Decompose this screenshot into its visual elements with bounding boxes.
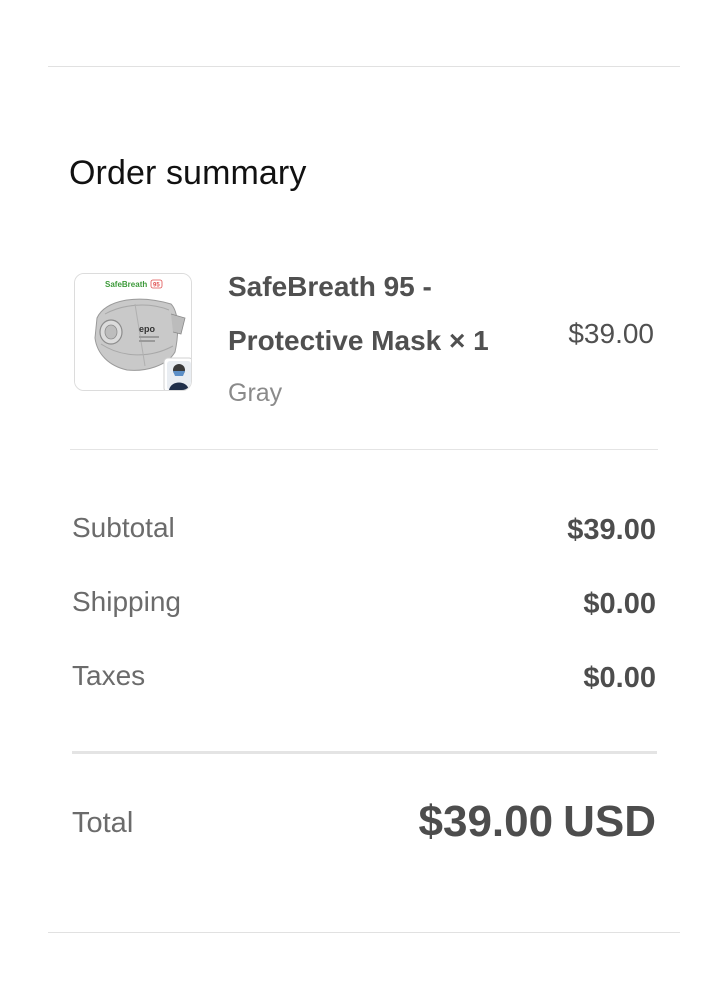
product-name-line-2: Protective Mask × 1	[228, 325, 489, 356]
bottom-divider	[48, 932, 680, 933]
subtotal-label: Subtotal	[72, 512, 175, 543]
product-image-badge: 95	[153, 283, 160, 289]
product-line-item: SafeBreath 95 epo SafeBreath 95 - Protec…	[74, 260, 656, 420]
total-currency: USD	[563, 797, 656, 846]
shipping-row: Shipping $0.00	[72, 582, 656, 622]
product-name: SafeBreath 95 - Protective Mask × 1	[228, 260, 528, 368]
mask-product-image: SafeBreath 95 epo	[75, 274, 191, 390]
total-amount: $39.00	[418, 797, 554, 846]
product-name-line-1: SafeBreath 95 -	[228, 271, 432, 302]
product-thumbnail: SafeBreath 95 epo	[74, 273, 192, 391]
product-image-brand: SafeBreath	[105, 280, 147, 289]
taxes-value: $0.00	[583, 662, 656, 694]
top-divider	[48, 66, 680, 67]
total-label: Total	[72, 807, 134, 839]
total-value: $39.00 USD	[419, 794, 656, 850]
taxes-label: Taxes	[72, 660, 146, 691]
shipping-label: Shipping	[72, 586, 181, 617]
subtotal-value: $39.00	[567, 514, 656, 546]
product-image-mask-logo: epo	[139, 324, 156, 334]
subtotal-row: Subtotal $39.00	[72, 508, 656, 548]
product-divider	[70, 449, 658, 450]
shipping-value: $0.00	[583, 588, 656, 620]
product-price: $39.00	[568, 318, 654, 349]
order-summary-title: Order summary	[69, 154, 307, 192]
product-variant: Gray	[228, 379, 283, 407]
taxes-row: Taxes $0.00	[72, 656, 656, 696]
total-divider	[72, 751, 657, 754]
